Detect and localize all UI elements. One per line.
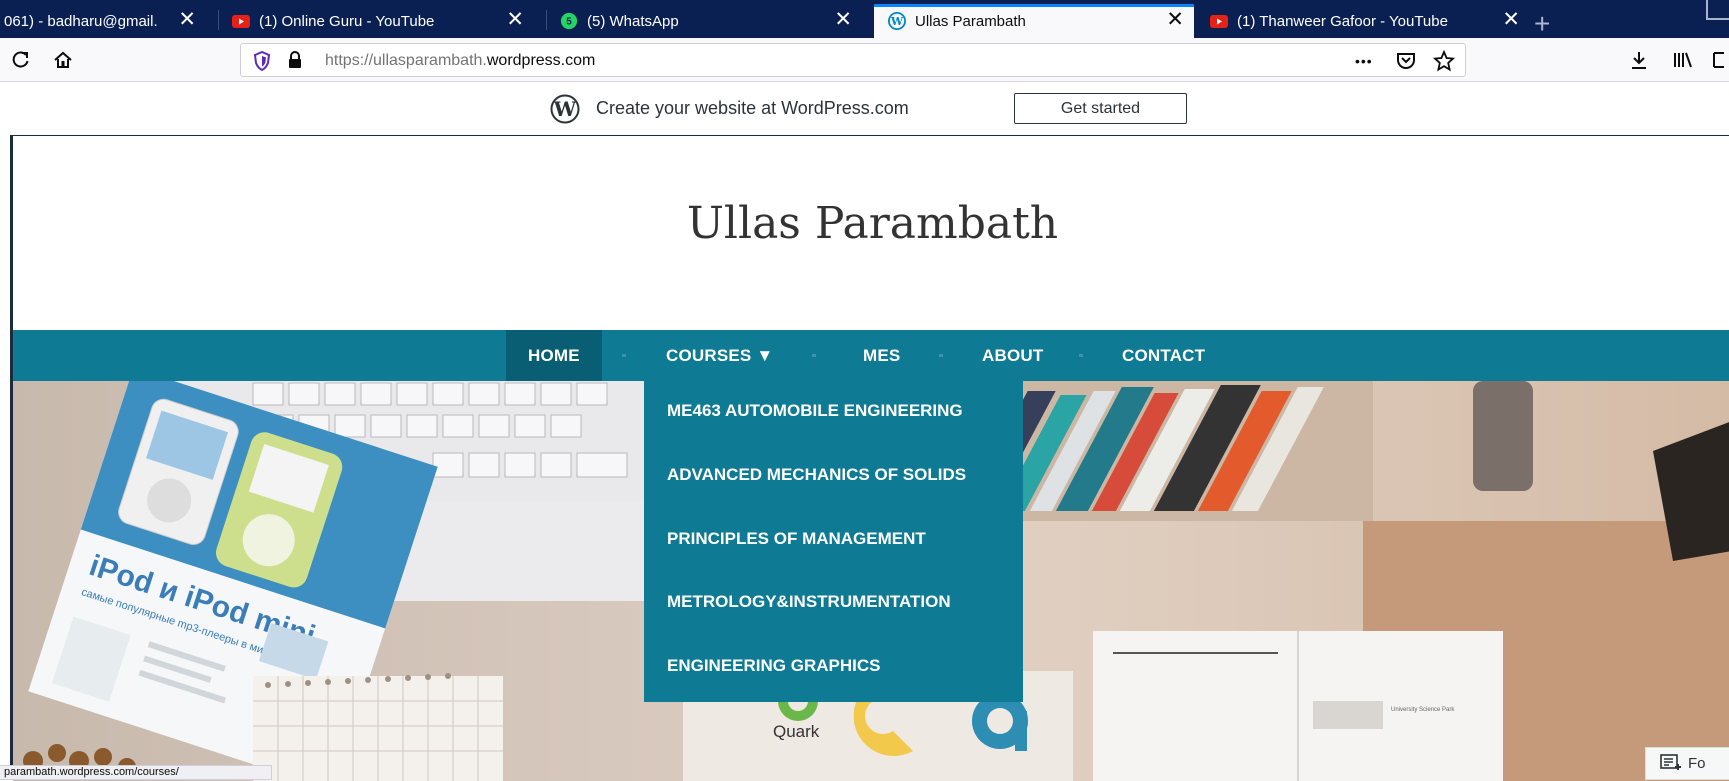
usp-label: University Science Park [1391, 707, 1455, 713]
status-bar-url: parambath.wordpress.com/courses/ [0, 765, 272, 780]
navigation-toolbar: https://ullasparambath.wordpress.com ••• [0, 38, 1729, 82]
pocket-icon[interactable] [1396, 50, 1416, 75]
site-container: Ullas Parambath iPod и iPod mini самые п… [10, 135, 1729, 781]
follow-icon [1660, 753, 1682, 775]
menu-item-automobile-engineering[interactable]: ME463 AUTOMOBILE ENGINEERING [667, 401, 963, 421]
library-icon[interactable] [1668, 45, 1698, 75]
home-icon[interactable] [48, 45, 78, 75]
tab-ullas-parambath[interactable]: W Ullas Parambath ✕ [874, 4, 1194, 38]
close-tab-icon[interactable]: ✕ [834, 9, 852, 30]
tab-title: Ullas Parambath [915, 12, 1026, 30]
menu-item-advanced-mechanics-of-solids[interactable]: ADVANCED MECHANICS OF SOLIDS [667, 465, 966, 485]
main-navigation: HOME COURSES ▼ MES ABOUT CONTACT [13, 330, 1729, 381]
follow-button[interactable]: Fo [1645, 747, 1729, 780]
menu-item-metrology-instrumentation[interactable]: METROLOGY&INSTRUMENTATION [667, 592, 951, 612]
whatsapp-icon: 5 [560, 12, 578, 30]
url-text[interactable]: https://ullasparambath.wordpress.com [325, 52, 595, 70]
close-tab-icon[interactable]: ✕ [1498, 9, 1520, 30]
tab-separator [218, 10, 219, 30]
courses-dropdown-menu: ME463 AUTOMOBILE ENGINEERING ADVANCED ME… [644, 381, 1023, 702]
menu-item-engineering-graphics[interactable]: ENGINEERING GRAPHICS [667, 656, 880, 676]
nav-separator [1079, 354, 1083, 357]
wordpress-icon: W [888, 12, 906, 30]
lock-icon[interactable] [287, 51, 303, 74]
tab-title: (1) Online Guru - YouTube [259, 12, 435, 30]
tracking-protection-shield-icon[interactable] [253, 50, 271, 76]
youtube-icon [232, 12, 250, 30]
tab-title: (1) Thanweer Gafoor - YouTube [1237, 12, 1448, 30]
close-tab-icon[interactable]: ✕ [178, 9, 196, 30]
window-edge [1706, 0, 1729, 20]
wordpress-logo-icon: W [550, 94, 580, 124]
site-title[interactable]: Ullas Parambath [13, 198, 1729, 249]
nav-about[interactable]: ABOUT [960, 330, 1065, 381]
quark-label: Quark [773, 722, 820, 741]
tab-gmail[interactable]: 061) - badharu@gmail. ✕ [0, 4, 208, 38]
youtube-icon [1210, 12, 1228, 30]
reload-icon[interactable] [6, 45, 36, 75]
svg-text:W: W [890, 15, 904, 28]
new-tab-button[interactable]: + [1534, 8, 1550, 40]
tab-separator [546, 10, 547, 30]
nav-mes[interactable]: MES [841, 330, 922, 381]
tab-thanweer-gafoor[interactable]: (1) Thanweer Gafoor - YouTube ✕ [1210, 4, 1528, 38]
downloads-icon[interactable] [1624, 45, 1654, 75]
sidebar-icon[interactable] [1712, 45, 1729, 75]
close-tab-icon[interactable]: ✕ [1166, 9, 1184, 30]
nav-separator [939, 354, 943, 357]
bookmark-star-icon[interactable] [1432, 49, 1456, 77]
get-started-button[interactable]: Get started [1014, 93, 1187, 124]
nav-contact[interactable]: CONTACT [1100, 330, 1227, 381]
nav-courses[interactable]: COURSES ▼ [644, 330, 796, 381]
wordpress-banner: W Create your website at WordPress.com G… [0, 83, 1729, 135]
url-bar[interactable]: https://ullasparambath.wordpress.com ••• [240, 43, 1466, 77]
url-prefix: https://ullasparambath. [325, 52, 487, 69]
page-actions-more-icon[interactable]: ••• [1355, 53, 1373, 69]
menu-item-principles-of-management[interactable]: PRINCIPLES OF MANAGEMENT [667, 529, 926, 549]
nav-separator [812, 354, 816, 357]
tab-online-guru[interactable]: (1) Online Guru - YouTube ✕ [232, 4, 536, 38]
tab-whatsapp[interactable]: 5 (5) WhatsApp ✕ [560, 4, 864, 38]
nav-separator [622, 354, 626, 357]
follow-label: Fo [1688, 755, 1706, 772]
url-domain: wordpress.com [486, 52, 596, 69]
tab-title: (5) WhatsApp [587, 12, 679, 30]
svg-text:W: W [553, 97, 577, 121]
tab-strip: 061) - badharu@gmail. ✕ (1) Online Guru … [0, 0, 1729, 40]
tab-title: 061) - badharu@gmail. [4, 12, 158, 30]
whatsapp-badge: 5 [566, 17, 572, 28]
close-tab-icon[interactable]: ✕ [506, 9, 524, 30]
nav-home[interactable]: HOME [506, 330, 602, 381]
banner-text[interactable]: Create your website at WordPress.com [596, 98, 909, 119]
